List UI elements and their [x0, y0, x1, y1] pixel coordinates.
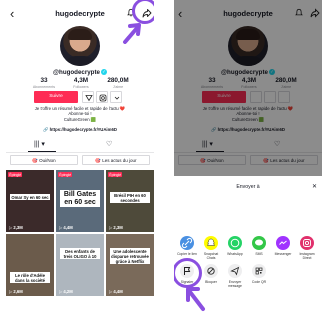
stat-following[interactable]: 33 Abonnements: [26, 77, 62, 90]
video-tile[interactable]: Des enfants de treis OLIGO à 10 ▷ 4,2M: [56, 234, 104, 296]
share-qr-code[interactable]: Code QR: [247, 264, 271, 284]
follow-button[interactable]: Suivre: [34, 91, 78, 103]
video-grid: Épinglé Omar Sy en 60 sec ▷ 2,3M Épinglé…: [6, 170, 154, 330]
snapchat-icon: [207, 238, 215, 246]
annotation-arrow-icon: [123, 23, 141, 44]
video-tile[interactable]: Épinglé Omar Sy en 60 sec ▷ 2,3M: [6, 170, 54, 232]
share-sheet-title: Envoyer à: [236, 184, 260, 190]
profile-actions: Suivre: [34, 91, 130, 103]
pinned-badge: Épinglé: [108, 172, 123, 177]
view-count: ▷ 4,4M: [59, 225, 73, 230]
tab-videos[interactable]: ||| ▾: [34, 140, 45, 149]
chevron-down-icon: [114, 96, 120, 100]
whatsapp-icon: [230, 238, 240, 248]
video-caption: Brésil PIH en 60 secondes: [110, 192, 150, 204]
avatar[interactable]: [60, 26, 100, 66]
share-whatsapp[interactable]: WhatsApp: [223, 236, 247, 256]
close-icon[interactable]: ✕: [312, 183, 317, 190]
video-caption: Omar Sy en 60 sec: [10, 194, 50, 201]
share-block[interactable]: Bloquer: [199, 264, 223, 284]
tab-liked[interactable]: ♡: [106, 140, 112, 149]
profile-screen-share-sheet: ‹ hugodecrypte @hugodecrypte ✓ 33 Abonneme…: [174, 0, 322, 330]
view-count: ▷ 2,3M: [9, 225, 23, 230]
active-tab-indicator: [28, 150, 56, 152]
send-message-icon: [230, 266, 240, 276]
profile-handle: @hugodecrypte ✓: [53, 69, 107, 76]
chip-actus-du-jour[interactable]: 🎯 Les actus du jour: [82, 155, 150, 165]
annotation-circle: [132, 0, 154, 24]
share-instagram[interactable]: Instagram Direct: [295, 236, 319, 260]
pinned-badge: Épinglé: [8, 172, 23, 177]
sms-icon: [255, 239, 263, 246]
chip-oui-non[interactable]: 🎯 Oui/Non: [10, 155, 78, 165]
video-caption: Des enfants de treis OLIGO à 10: [60, 248, 100, 260]
stat-likes[interactable]: 280,0M J'aime: [100, 77, 136, 90]
annotation-arrow-icon: [186, 287, 205, 311]
block-icon: [207, 267, 215, 275]
video-tile[interactable]: Une adolescente disparue retrouvée grâce…: [106, 234, 154, 296]
view-count: ▷ 2,6M: [9, 289, 23, 294]
share-sms[interactable]: SMS: [247, 236, 271, 256]
messenger-icon: [279, 240, 287, 245]
profile-bio: Je t'offre un résumé facile et rapide de…: [34, 106, 126, 122]
view-count: ▷ 4,2M: [59, 289, 73, 294]
profile-screen: ‹ hugodecrypte @hugodecrypte ✓ 33 Abonneme…: [6, 0, 154, 330]
link-icon: [181, 237, 193, 249]
instagram-icon: [303, 239, 311, 247]
view-count: ▷ 2,3M: [109, 225, 123, 230]
playlist-chips: 🎯 Oui/Non 🎯 Les actus du jour: [6, 155, 154, 167]
share-copy-link[interactable]: Copier le lien: [175, 236, 199, 256]
instagram-icon: [99, 94, 107, 102]
qr-code-icon: [255, 267, 263, 275]
stat-followers[interactable]: 4,3M Followers: [63, 77, 99, 90]
video-tile[interactable]: Le rôle d'Adèle dans la société ▷ 2,6M: [6, 234, 54, 296]
profile-link[interactable]: 🔗 https://hugodecrypte.fr/#UAim6D: [6, 127, 154, 133]
video-caption: Bill Gates en 60 sec: [60, 190, 100, 208]
instagram-button[interactable]: [96, 91, 108, 103]
youtube-button[interactable]: [82, 91, 94, 103]
youtube-icon: [85, 95, 93, 102]
video-tile[interactable]: Épinglé Bill Gates en 60 sec ▷ 4,4M: [56, 170, 104, 232]
more-options-button[interactable]: [110, 91, 122, 103]
view-count: ▷ 4,4M: [109, 289, 123, 294]
video-tile[interactable]: Épinglé Brésil PIH en 60 secondes ▷ 2,3M: [106, 170, 154, 232]
modal-backdrop[interactable]: [174, 0, 322, 176]
video-caption: Une adolescente disparue retrouvée grâce…: [110, 248, 150, 265]
share-messenger[interactable]: Messenger: [271, 236, 295, 256]
profile-tabs: ||| ▾ ♡: [6, 138, 154, 153]
pinned-badge: Épinglé: [58, 172, 73, 177]
video-caption: Le rôle d'Adèle dans la société: [10, 272, 50, 284]
share-send-message[interactable]: Envoyer message: [223, 264, 247, 288]
verified-badge-icon: ✓: [100, 69, 107, 76]
share-snapchat[interactable]: Snapchat Chats: [199, 236, 223, 260]
